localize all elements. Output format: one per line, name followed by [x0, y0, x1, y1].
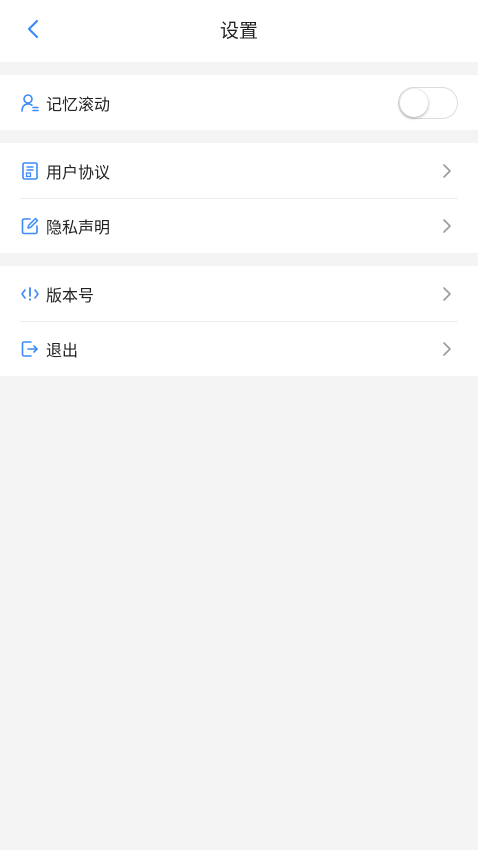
memory-scroll-toggle[interactable]: [398, 86, 458, 119]
edit-icon: [20, 216, 40, 236]
top-bar: 设置: [0, 0, 478, 62]
code-info-icon: [20, 284, 40, 304]
logout-icon: [20, 339, 40, 359]
document-icon: [20, 161, 40, 181]
setting-row-memory-scroll: 记忆滚动: [0, 75, 478, 130]
user-icon: [20, 93, 40, 113]
section-memory: 记忆滚动: [0, 75, 478, 130]
chevron-right-icon: [440, 339, 454, 359]
setting-label: 版本号: [46, 285, 95, 305]
chevron-left-icon: [26, 19, 40, 43]
page-title: 设置: [219, 20, 258, 42]
back-button[interactable]: [16, 14, 50, 48]
setting-label: 记忆滚动: [46, 94, 111, 114]
setting-label: 用户协议: [46, 162, 111, 182]
chevron-right-icon: [440, 161, 454, 181]
chevron-right-icon: [440, 216, 454, 236]
setting-label: 退出: [46, 340, 79, 360]
toggle-knob: [400, 88, 428, 117]
section-app: 版本号 退出: [0, 266, 478, 376]
section-legal: 用户协议 隐私声明: [0, 143, 478, 253]
chevron-right-icon: [440, 284, 454, 304]
setting-row-version[interactable]: 版本号: [0, 266, 478, 321]
setting-row-logout[interactable]: 退出: [0, 321, 478, 376]
setting-label: 隐私声明: [46, 217, 111, 237]
setting-row-user-agreement[interactable]: 用户协议: [0, 143, 478, 198]
setting-row-privacy-statement[interactable]: 隐私声明: [0, 198, 478, 253]
